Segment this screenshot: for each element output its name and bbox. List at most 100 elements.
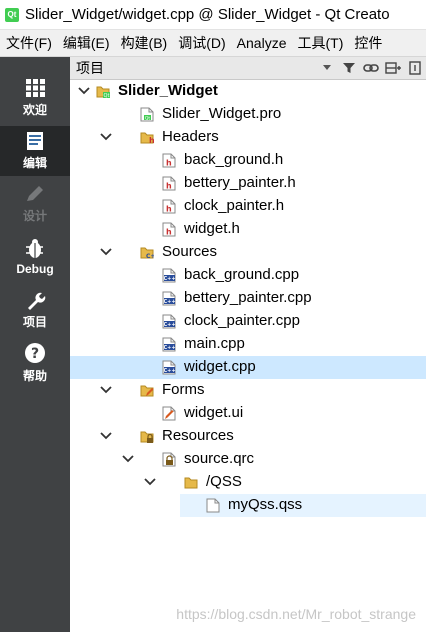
tree-file-item[interactable]: C++ bettery_painter.cpp: [70, 287, 426, 310]
tree-node[interactable]: C++ Sources: [70, 241, 426, 264]
tree-item-label: Slider_Widget.pro: [162, 105, 282, 122]
mode-欢迎[interactable]: 欢迎: [0, 73, 70, 123]
tree-file-item[interactable]: myQss.qss: [180, 494, 426, 517]
sources-folder-icon: C++: [140, 245, 160, 260]
tree-item-label: Slider_Widget: [118, 82, 218, 99]
tree-file-item[interactable]: h widget.h: [70, 218, 426, 241]
resources-folder-icon: [140, 429, 154, 444]
svg-text:Qt: Qt: [104, 93, 110, 99]
tree-item-label: myQss.qss: [228, 496, 303, 513]
svg-text:h: h: [149, 136, 154, 145]
svg-text:h: h: [166, 159, 172, 168]
svg-text:C++: C++: [163, 299, 175, 305]
tree-item-label: Forms: [162, 381, 205, 398]
tree-node[interactable]: h Headers: [70, 126, 426, 149]
link-icon[interactable]: [360, 58, 382, 78]
chevron-down-icon[interactable]: [100, 429, 112, 443]
menu-item[interactable]: 工具(T): [291, 33, 348, 53]
pro-file-icon: Qt: [140, 107, 154, 122]
forms-folder-icon: [140, 383, 154, 398]
tree-node[interactable]: Forms: [70, 379, 426, 402]
tree-item-label: clock_painter.h: [184, 197, 285, 214]
svg-text:h: h: [166, 228, 172, 237]
tree-item-label: widget.cpp: [184, 358, 256, 375]
split-icon[interactable]: [382, 58, 404, 78]
tree-node[interactable]: /QSS: [70, 471, 426, 494]
tree-item-label: Resources: [162, 427, 234, 444]
mode-项目[interactable]: 项目: [0, 285, 70, 335]
menu-item[interactable]: 调试(D): [172, 33, 230, 53]
mode-debug[interactable]: Debug: [0, 232, 70, 282]
title-bar: Qt Slider_Widget/widget.cpp @ Slider_Wid…: [0, 0, 426, 30]
menu-item[interactable]: 构建(B): [115, 33, 173, 53]
debug-bug-icon: [24, 238, 46, 262]
mode-设计[interactable]: 设计: [0, 179, 70, 229]
tree-item-label: back_ground.cpp: [184, 266, 300, 283]
mode-label: 编辑: [22, 156, 47, 170]
mode-编辑[interactable]: 编辑: [0, 126, 70, 176]
headers-folder-icon: h: [140, 130, 155, 145]
chevron-down-icon[interactable]: [100, 130, 112, 144]
tree-file-item[interactable]: C++ clock_painter.cpp: [70, 310, 426, 333]
header-file-icon: h: [162, 199, 176, 214]
tree-item-label: bettery_painter.h: [184, 174, 296, 191]
header-file-icon: h: [162, 176, 176, 191]
chevron-down-icon[interactable]: [78, 84, 90, 98]
chevron-down-icon[interactable]: [100, 383, 112, 397]
tree-item-label: Headers: [162, 128, 219, 145]
menu-item[interactable]: 编辑(E): [57, 33, 115, 53]
tree-file-item[interactable]: h back_ground.h: [70, 149, 426, 172]
menu-item[interactable]: 文件(F): [0, 33, 57, 53]
tree-file-item[interactable]: h clock_painter.h: [70, 195, 426, 218]
mode-label: 项目: [22, 315, 47, 329]
tree-file-item[interactable]: C++ main.cpp: [70, 333, 426, 356]
svg-text:C++: C++: [163, 322, 175, 328]
menu-item[interactable]: Analyze: [231, 35, 292, 51]
cpp-file-icon: C++: [162, 360, 176, 375]
tree-node[interactable]: Qt Slider_Widget: [70, 80, 426, 103]
tree-item-label: main.cpp: [184, 335, 245, 352]
tree-file-item[interactable]: Qt Slider_Widget.pro: [70, 103, 426, 126]
mode-label: 帮助: [22, 369, 47, 383]
folder-icon: [184, 475, 198, 490]
svg-text:C++: C++: [163, 345, 175, 351]
tree-file-item[interactable]: C++ widget.cpp: [70, 356, 426, 379]
chevron-down-icon[interactable]: [144, 475, 156, 489]
tree-item-label: bettery_painter.cpp: [184, 289, 312, 306]
filter-icon[interactable]: [338, 58, 360, 78]
mode-label: 欢迎: [22, 103, 47, 117]
mode-selector: 欢迎 编辑 设计 Debug 项目? 帮助: [0, 57, 70, 632]
dropdown-arrow-icon[interactable]: [316, 58, 338, 78]
svg-text:h: h: [166, 205, 172, 214]
close-panel-icon[interactable]: [404, 58, 426, 78]
tree-item-label: source.qrc: [184, 450, 255, 467]
chevron-down-icon[interactable]: [122, 452, 134, 466]
cpp-file-icon: C++: [162, 337, 176, 352]
tree-file-item[interactable]: h bettery_painter.h: [70, 172, 426, 195]
cpp-file-icon: C++: [162, 314, 176, 329]
tree-item-label: widget.ui: [184, 404, 244, 421]
svg-text:C++: C++: [163, 276, 175, 282]
tree-file-item[interactable]: widget.ui: [70, 402, 426, 425]
mode-label: 设计: [22, 209, 47, 223]
tree-node[interactable]: source.qrc: [70, 448, 426, 471]
menu-item[interactable]: 控件: [348, 33, 387, 53]
mode-label: Debug: [16, 261, 54, 276]
help-question-icon: ?: [24, 342, 46, 367]
header-file-icon: h: [162, 153, 176, 168]
window-title: Slider_Widget/widget.cpp @ Slider_Widget…: [25, 6, 390, 23]
qt-logo-icon: Qt: [5, 7, 19, 22]
panel-title: 项目: [76, 60, 104, 76]
cpp-file-icon: C++: [162, 291, 176, 306]
tree-file-item[interactable]: C++ back_ground.cpp: [70, 264, 426, 287]
cpp-file-icon: C++: [162, 268, 176, 283]
header-file-icon: h: [162, 222, 176, 237]
svg-text:h: h: [166, 182, 172, 191]
svg-text:C++: C++: [163, 368, 175, 374]
svg-text:?: ?: [31, 346, 39, 362]
welcome-grid-icon: [24, 78, 46, 101]
mode-帮助[interactable]: ? 帮助: [0, 338, 70, 388]
tree-node[interactable]: Resources: [70, 425, 426, 448]
qrc-file-icon: [162, 452, 176, 467]
chevron-down-icon[interactable]: [100, 245, 112, 259]
